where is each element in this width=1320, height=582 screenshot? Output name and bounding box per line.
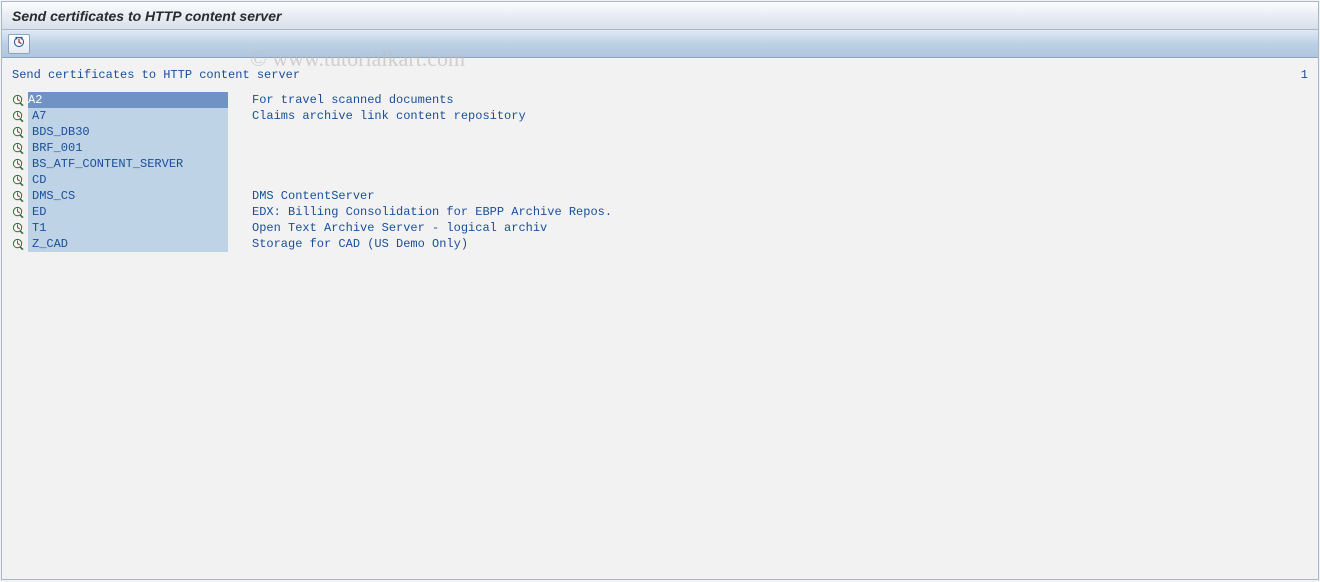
repository-code[interactable]: BDS_DB30 (28, 124, 228, 140)
execute-row-icon[interactable] (8, 190, 28, 203)
execute-row-icon[interactable] (8, 126, 28, 139)
window-title: Send certificates to HTTP content server (12, 8, 281, 24)
execute-row-icon[interactable] (8, 158, 28, 171)
repository-code[interactable]: BRF_001 (28, 140, 228, 156)
execute-row-icon[interactable] (8, 222, 28, 235)
table-row: EDEDX: Billing Consolidation for EBPP Ar… (8, 204, 1312, 220)
repository-description: EDX: Billing Consolidation for EBPP Arch… (228, 204, 1312, 220)
repository-description: DMS ContentServer (228, 188, 1312, 204)
app-window: Send certificates to HTTP content server… (1, 1, 1319, 580)
table-row: DMS_CSDMS ContentServer (8, 188, 1312, 204)
content-area: Send certificates to HTTP content server… (2, 58, 1318, 579)
execute-row-icon[interactable] (8, 110, 28, 123)
repository-description: Open Text Archive Server - logical archi… (228, 220, 1312, 236)
repository-description: Claims archive link content repository (228, 108, 1312, 124)
repository-code[interactable]: T1 (28, 220, 228, 236)
repository-code[interactable]: Z_CAD (28, 236, 228, 252)
repository-list: A2For travel scanned documents A7Claims … (8, 92, 1312, 252)
repository-code[interactable]: ED (28, 204, 228, 220)
repository-code[interactable]: BS_ATF_CONTENT_SERVER (28, 156, 228, 172)
status-row: Send certificates to HTTP content server… (8, 66, 1312, 92)
table-row: Z_CADStorage for CAD (US Demo Only) (8, 236, 1312, 252)
execute-row-icon[interactable] (8, 94, 28, 107)
execute-row-icon[interactable] (8, 206, 28, 219)
repository-code-label: A2 (28, 92, 228, 108)
table-row: A2For travel scanned documents (8, 92, 1312, 108)
execute-row-icon[interactable] (8, 238, 28, 251)
table-row: BS_ATF_CONTENT_SERVER (8, 156, 1312, 172)
repository-code[interactable]: A7 (28, 108, 228, 124)
execute-button[interactable] (8, 34, 30, 54)
table-row: A7Claims archive link content repository (8, 108, 1312, 124)
title-bar: Send certificates to HTTP content server (2, 2, 1318, 30)
status-text: Send certificates to HTTP content server (12, 68, 300, 82)
execute-clock-icon (12, 35, 26, 52)
table-row: BDS_DB30 (8, 124, 1312, 140)
table-row: CD (8, 172, 1312, 188)
repository-description: Storage for CAD (US Demo Only) (228, 236, 1312, 252)
repository-code[interactable]: A2 (28, 92, 228, 108)
execute-row-icon[interactable] (8, 174, 28, 187)
repository-description: For travel scanned documents (228, 92, 1312, 108)
table-row: T1Open Text Archive Server - logical arc… (8, 220, 1312, 236)
toolbar (2, 30, 1318, 58)
execute-row-icon[interactable] (8, 142, 28, 155)
repository-code[interactable]: CD (28, 172, 228, 188)
table-row: BRF_001 (8, 140, 1312, 156)
repository-code[interactable]: DMS_CS (28, 188, 228, 204)
page-number: 1 (1301, 68, 1308, 82)
